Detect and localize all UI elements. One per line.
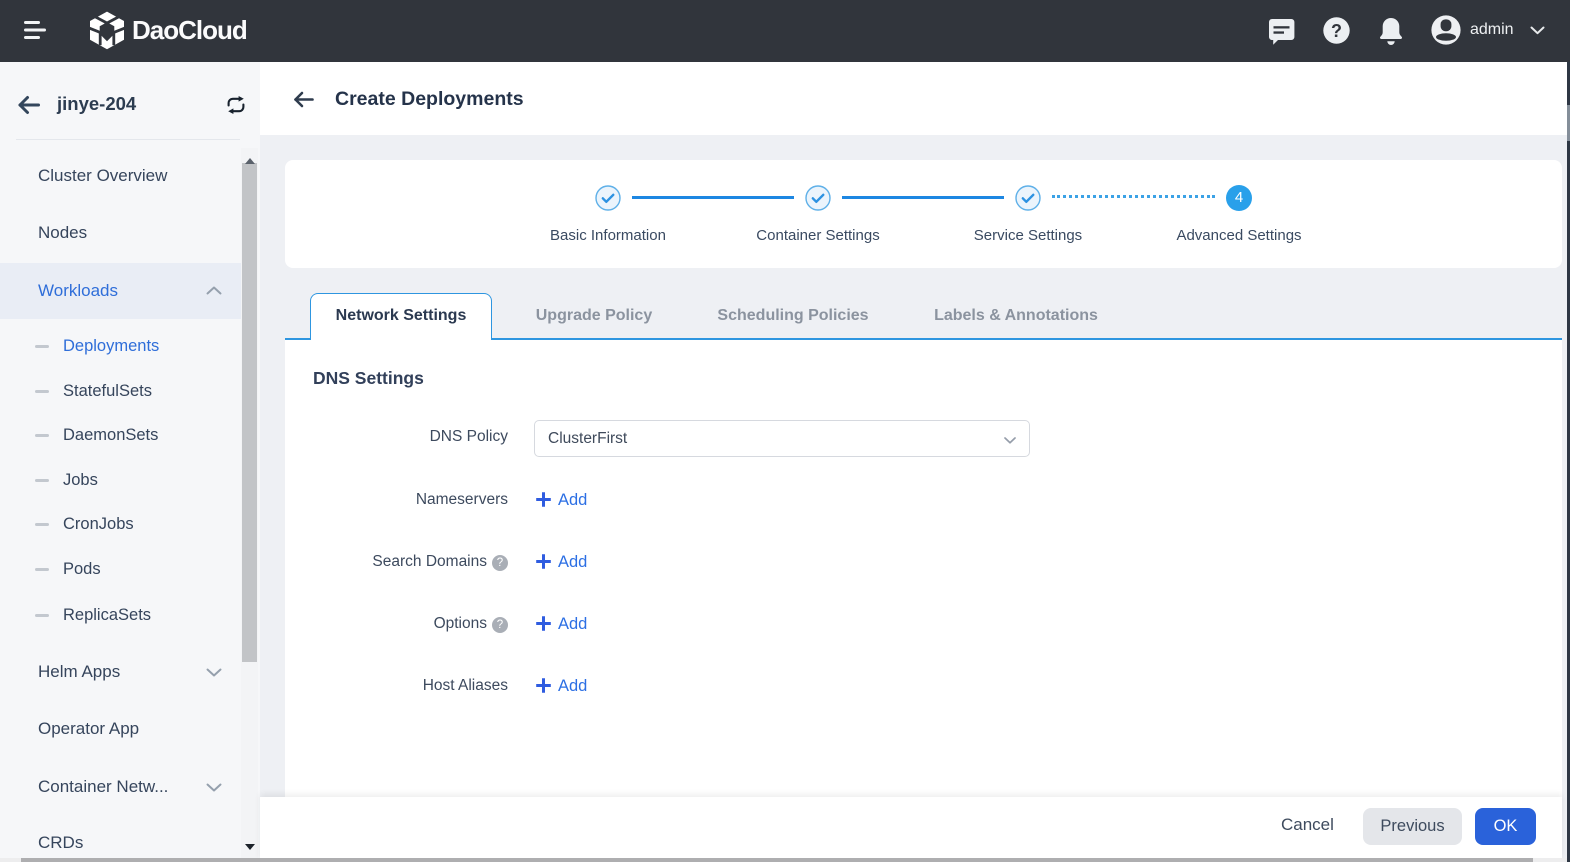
svg-text:?: ? [1331, 21, 1342, 41]
